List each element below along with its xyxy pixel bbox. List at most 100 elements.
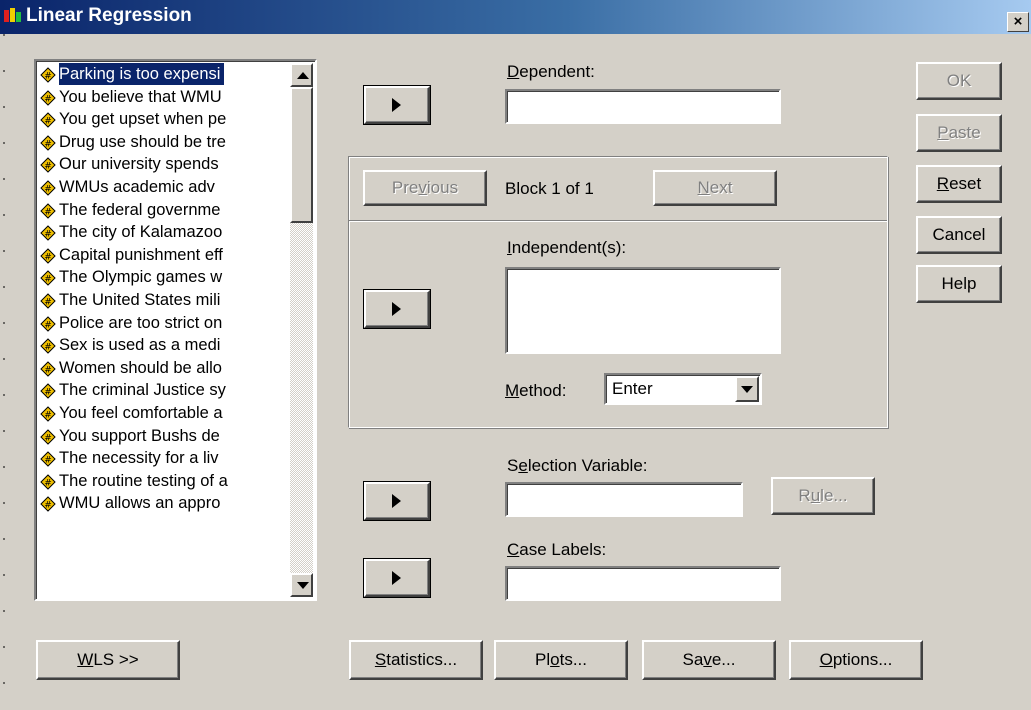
scale-variable-icon: # xyxy=(40,248,56,264)
variable-label: You feel comfortable a xyxy=(59,403,223,422)
scale-variable-icon: # xyxy=(40,67,56,83)
options-button[interactable]: Options... xyxy=(789,640,923,680)
selection-variable-field[interactable] xyxy=(505,482,743,517)
case-labels-field[interactable] xyxy=(505,566,781,601)
variable-label: Capital punishment eff xyxy=(59,245,223,264)
svg-text:#: # xyxy=(44,139,52,149)
independents-label: Independent(s): xyxy=(507,238,627,257)
ok-button[interactable]: OK xyxy=(916,62,1002,100)
scale-variable-icon: # xyxy=(40,225,56,241)
list-item[interactable]: # The necessity for a liv xyxy=(38,447,290,470)
variable-rows: # Parking is too expensi # You believe th… xyxy=(38,63,290,515)
scroll-up-button[interactable] xyxy=(290,63,313,87)
wls-button[interactable]: WLS >> xyxy=(36,640,180,680)
title-bar: Linear Regression xyxy=(0,0,1031,34)
list-item[interactable]: # The United States mili xyxy=(38,289,290,312)
save-button[interactable]: Save... xyxy=(642,640,776,680)
list-item[interactable]: # Sex is used as a medi xyxy=(38,334,290,357)
rule-button[interactable]: Rule... xyxy=(771,477,875,515)
svg-text:#: # xyxy=(44,343,52,353)
scale-variable-icon: # xyxy=(40,361,56,377)
independents-list[interactable] xyxy=(505,267,781,354)
dependent-field[interactable] xyxy=(505,89,781,124)
list-item[interactable]: # You get upset when pe xyxy=(38,108,290,131)
block-status: Block 1 of 1 xyxy=(505,179,594,198)
list-item[interactable]: # Capital punishment eff xyxy=(38,244,290,267)
list-item[interactable]: # Women should be allo xyxy=(38,357,290,380)
list-item[interactable]: # WMU allows an appro xyxy=(38,492,290,515)
selection-variable-label: Selection Variable: xyxy=(507,456,648,475)
source-variable-list[interactable]: # Parking is too expensi # You believe th… xyxy=(34,59,317,601)
arrow-right-icon xyxy=(392,98,401,112)
svg-text:#: # xyxy=(44,275,52,285)
cancel-button[interactable]: Cancel xyxy=(916,216,1002,254)
list-item[interactable]: # The city of Kalamazoo xyxy=(38,221,290,244)
dropdown-button[interactable] xyxy=(735,376,759,402)
list-item[interactable]: # Police are too strict on xyxy=(38,312,290,335)
arrow-down-icon xyxy=(297,582,309,589)
scale-variable-icon: # xyxy=(40,406,56,422)
help-button[interactable]: Help xyxy=(916,265,1002,303)
spss-app-icon xyxy=(4,8,21,22)
plots-button[interactable]: Plots... xyxy=(494,640,628,680)
scale-variable-icon: # xyxy=(40,89,56,106)
scale-variable-icon: # xyxy=(40,315,56,332)
variable-label: Drug use should be tre xyxy=(59,132,226,151)
variable-label: Parking is too expensi xyxy=(59,63,225,85)
scroll-down-button[interactable] xyxy=(290,573,313,597)
close-button[interactable]: × xyxy=(1007,12,1029,32)
scroll-thumb[interactable] xyxy=(290,87,313,223)
svg-text:#: # xyxy=(44,478,52,488)
svg-text:#: # xyxy=(44,184,52,194)
statistics-button[interactable]: Statistics... xyxy=(349,640,483,680)
variable-label: You get upset when pe xyxy=(59,110,227,129)
variable-label: The city of Kalamazoo xyxy=(59,223,223,242)
list-item[interactable]: # WMUs academic adv xyxy=(38,176,290,199)
background-window-edge xyxy=(3,34,5,710)
arrow-right-icon xyxy=(392,571,401,585)
list-item[interactable]: # Parking is too expensi xyxy=(38,63,290,86)
svg-text:#: # xyxy=(44,117,52,127)
reset-button[interactable]: Reset xyxy=(916,165,1002,203)
svg-text:#: # xyxy=(44,230,52,240)
variable-label: Sex is used as a medi xyxy=(59,336,221,355)
list-item[interactable]: # You support Bushs de xyxy=(38,425,290,448)
list-item[interactable]: # Drug use should be tre xyxy=(38,131,290,154)
next-block-button[interactable]: Next xyxy=(653,170,777,206)
paste-button[interactable]: Paste xyxy=(916,114,1002,152)
move-to-case-labels-button[interactable] xyxy=(363,558,431,598)
scale-variable-icon: # xyxy=(40,496,56,512)
method-select[interactable]: Enter xyxy=(604,373,762,405)
list-item[interactable]: # You feel comfortable a xyxy=(38,402,290,425)
chevron-down-icon xyxy=(741,386,753,393)
previous-block-button[interactable]: Previous xyxy=(363,170,487,206)
svg-text:#: # xyxy=(44,388,52,398)
variable-label: The criminal Justice sy xyxy=(59,381,226,400)
svg-text:#: # xyxy=(44,94,52,104)
variable-label: WMU allows an appro xyxy=(59,494,221,513)
move-to-selection-button[interactable] xyxy=(363,481,431,521)
list-item[interactable]: # The federal governme xyxy=(38,199,290,222)
move-to-dependent-button[interactable] xyxy=(363,85,431,125)
list-item[interactable]: # The criminal Justice sy xyxy=(38,379,290,402)
scale-variable-icon: # xyxy=(40,135,56,151)
scale-variable-icon: # xyxy=(40,338,56,354)
variable-label: You believe that WMU xyxy=(59,87,222,106)
scale-variable-icon: # xyxy=(40,293,56,309)
dependent-label: Dependent: xyxy=(507,62,595,81)
case-labels-label: Case Labels: xyxy=(507,540,607,559)
svg-text:#: # xyxy=(44,320,52,330)
variable-list-scrollbar[interactable] xyxy=(290,63,313,597)
svg-text:#: # xyxy=(44,207,52,217)
svg-text:#: # xyxy=(44,72,52,82)
svg-text:#: # xyxy=(44,456,52,466)
move-to-independents-button[interactable] xyxy=(363,289,431,329)
svg-text:#: # xyxy=(44,162,52,172)
list-item[interactable]: # The routine testing of a xyxy=(38,470,290,493)
list-item[interactable]: # You believe that WMU xyxy=(38,86,290,109)
list-item[interactable]: # Our university spends xyxy=(38,153,290,176)
arrow-right-icon xyxy=(392,494,401,508)
list-item[interactable]: # The Olympic games w xyxy=(38,266,290,289)
variable-label: You support Bushs de xyxy=(59,426,220,445)
scale-variable-icon: # xyxy=(40,180,56,196)
